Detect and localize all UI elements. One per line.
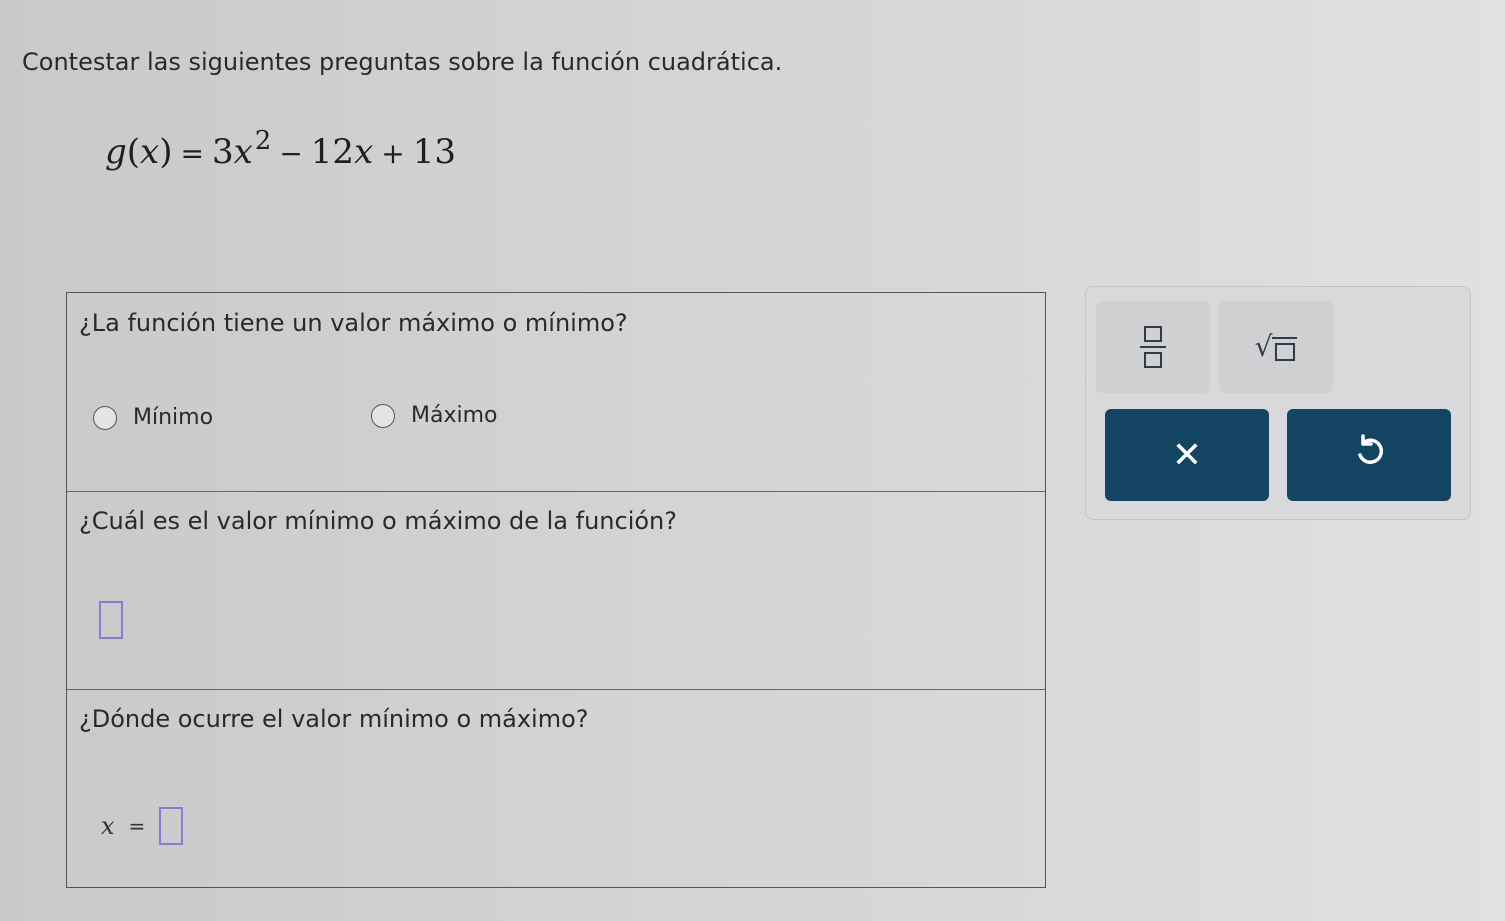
x-equals-row: x = [101, 807, 184, 845]
question-max-min-text: ¿La función tiene un valor máximo o míni… [79, 309, 628, 337]
paren-open: ( [126, 132, 141, 172]
question-max-min-section: ¿La función tiene un valor máximo o míni… [67, 293, 1045, 492]
extreme-value-answer-input[interactable] [99, 601, 123, 639]
question-value-text: ¿Cuál es el valor mínimo o máximo de la … [79, 507, 678, 535]
square-root-button[interactable]: √ [1219, 301, 1333, 393]
x-variable-label: x [101, 812, 115, 840]
x-equals-sign: = [128, 814, 146, 838]
instruction-text: Contestar las siguientes preguntas sobre… [22, 48, 783, 76]
fraction-template-icon [1140, 325, 1166, 369]
quadratic-equation: g ( x ) = 3 x 2 − 12 x + 13 [105, 126, 456, 172]
plus-sign: + [381, 137, 405, 170]
math-toolbar: √ ✕ [1085, 286, 1471, 520]
question-location-text: ¿Dónde ocurre el valor mínimo o máximo? [79, 705, 589, 733]
squared-variable: x [233, 132, 253, 172]
function-name: g [105, 132, 127, 172]
equals-sign: = [180, 137, 204, 170]
radio-button-maximo[interactable] [371, 403, 395, 428]
x-location-answer-input[interactable] [159, 807, 184, 845]
function-variable: x [140, 132, 160, 172]
radio-label-minimo[interactable]: Mínimo [133, 405, 213, 430]
question-value-section: ¿Cuál es el valor mínimo o máximo de la … [67, 491, 1045, 690]
fraction-button[interactable] [1096, 301, 1210, 393]
undo-button[interactable] [1287, 409, 1451, 501]
radio-option-minimo[interactable]: Mínimo [93, 405, 213, 430]
minus-sign: − [279, 137, 303, 170]
close-icon: ✕ [1171, 434, 1203, 476]
coefficient-a: 3 [211, 132, 234, 172]
constant-c: 13 [412, 132, 456, 172]
question-panel: ¿La función tiene un valor máximo o míni… [66, 292, 1046, 888]
clear-button[interactable]: ✕ [1105, 409, 1269, 501]
square-root-template-icon: √ [1255, 333, 1298, 361]
paren-close: ) [159, 132, 173, 172]
undo-icon [1351, 433, 1387, 478]
exponent: 2 [254, 126, 272, 156]
coefficient-b: 12 [310, 132, 355, 172]
radio-button-minimo[interactable] [93, 405, 117, 430]
radio-option-maximo[interactable]: Máximo [371, 403, 498, 428]
radio-label-maximo[interactable]: Máximo [411, 403, 498, 428]
question-location-section: ¿Dónde ocurre el valor mínimo o máximo? … [67, 689, 1045, 889]
linear-variable: x [354, 132, 374, 172]
